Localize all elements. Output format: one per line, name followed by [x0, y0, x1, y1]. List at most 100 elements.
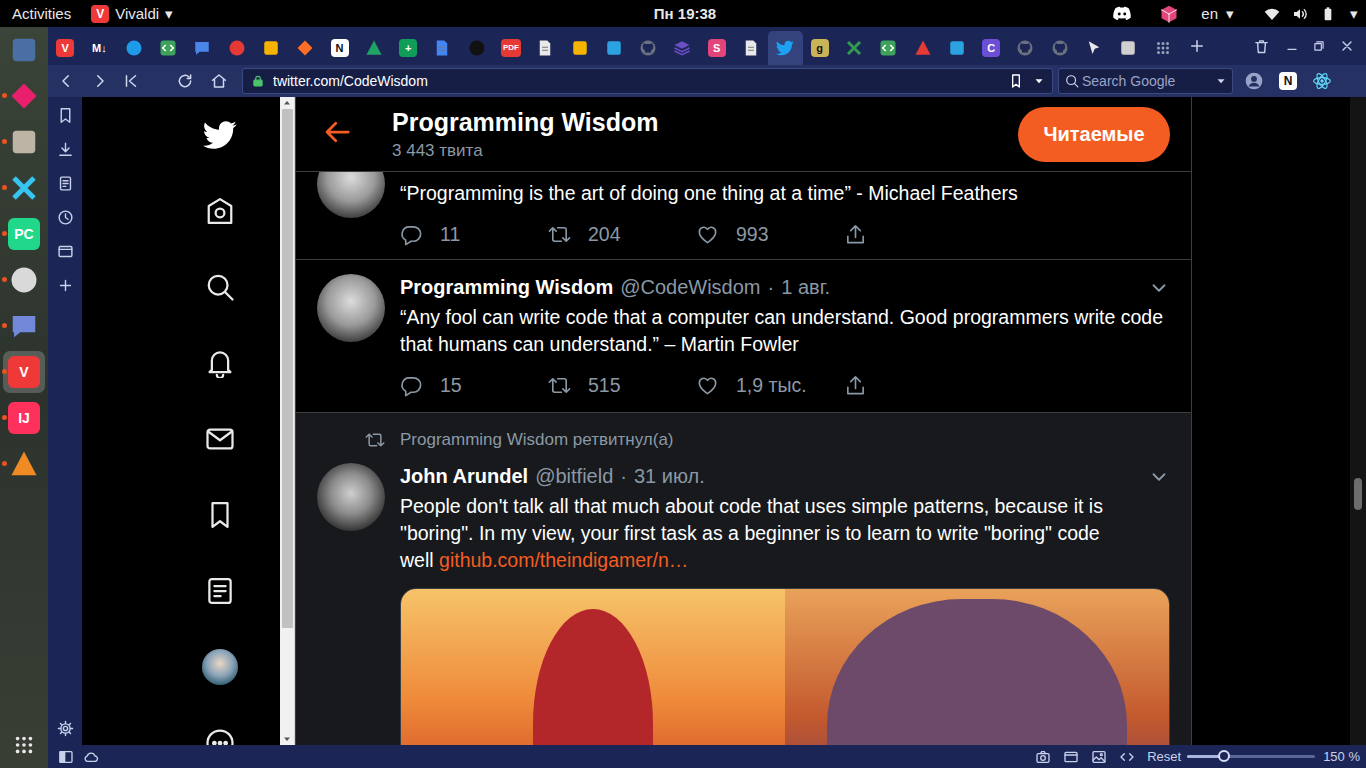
zoom-slider[interactable] — [1187, 750, 1315, 764]
address-field[interactable]: twitter.com/CodeWisdom — [242, 68, 1053, 94]
tweet[interactable]: Programming Wisdom@CodeWisdom·1 авг.“Any… — [296, 260, 1191, 413]
lists-link[interactable] — [200, 553, 240, 629]
tweet[interactable]: Programming Wisdom ретвитнул(а) John Arun… — [296, 413, 1191, 745]
following-button[interactable]: Читаемые — [1018, 107, 1170, 162]
twitter-logo-link[interactable] — [200, 97, 240, 173]
browser-tab[interactable] — [357, 31, 391, 65]
like-button[interactable]: 1,9 тыс. — [696, 374, 844, 397]
activities-button[interactable]: Activities — [12, 5, 71, 22]
url-text[interactable]: twitter.com/CodeWisdom — [273, 73, 428, 89]
close-button[interactable] — [1332, 27, 1362, 65]
home-link[interactable] — [200, 173, 240, 249]
browser-tab[interactable] — [425, 31, 459, 65]
scroll-thumb[interactable] — [1354, 478, 1362, 510]
browser-tab[interactable]: + — [391, 31, 425, 65]
profile-link[interactable] — [200, 629, 240, 705]
dock-item[interactable]: V — [0, 349, 48, 395]
tweet-image[interactable] — [400, 588, 1170, 745]
sync-button[interactable] — [77, 745, 105, 768]
app-indicator-icon[interactable] — [1159, 4, 1179, 24]
dock-item[interactable]: PC — [0, 211, 48, 257]
scroll-down-icon[interactable] — [281, 733, 293, 745]
browser-tab[interactable] — [1043, 31, 1077, 65]
browser-tab[interactable]: M↓ — [82, 31, 116, 65]
bookmarks-link[interactable] — [200, 477, 240, 553]
back-button[interactable] — [48, 65, 84, 97]
tweet[interactable]: “Programming is the art of doing one thi… — [296, 172, 1191, 260]
home-button[interactable] — [204, 65, 234, 97]
forward-button[interactable] — [84, 65, 116, 97]
profile-button[interactable] — [1237, 65, 1271, 97]
capture-button[interactable] — [1029, 745, 1057, 768]
reply-button[interactable]: 15 — [400, 374, 548, 397]
browser-tab[interactable] — [1146, 31, 1180, 65]
browser-tab[interactable] — [905, 31, 939, 65]
author-name[interactable]: John Arundel — [400, 465, 528, 488]
dock-item[interactable] — [0, 73, 48, 119]
back-button[interactable] — [322, 117, 352, 151]
reload-button[interactable] — [170, 65, 200, 97]
scroll-thumb[interactable] — [282, 109, 293, 628]
author-avatar[interactable] — [317, 463, 385, 531]
browser-tab[interactable]: S — [700, 31, 734, 65]
retweet-button[interactable]: 515 — [548, 374, 696, 397]
bookmark-icon[interactable] — [1008, 73, 1024, 89]
browser-tab[interactable] — [117, 31, 151, 65]
dock-item[interactable] — [0, 303, 48, 349]
dock-item[interactable] — [0, 119, 48, 165]
dock-item[interactable] — [0, 441, 48, 487]
messages-link[interactable] — [200, 401, 240, 477]
browser-tab[interactable] — [734, 31, 768, 65]
wifi-icon[interactable] — [1264, 6, 1280, 22]
retweeted-by[interactable]: Programming Wisdom ретвитнул(а) — [400, 430, 674, 450]
maximize-button[interactable] — [1306, 27, 1332, 65]
profile-avatar[interactable] — [202, 649, 238, 685]
notes-button[interactable] — [48, 166, 82, 200]
dropdown-icon[interactable] — [1214, 74, 1228, 88]
like-button[interactable]: 993 — [696, 223, 844, 246]
tweet-date[interactable]: 31 июл. — [634, 465, 705, 488]
notifications-link[interactable] — [200, 325, 240, 401]
explore-link[interactable] — [200, 249, 240, 325]
browser-tab[interactable] — [940, 31, 974, 65]
show-apps-button[interactable] — [0, 722, 48, 768]
browser-tab[interactable] — [288, 31, 322, 65]
tiling-button[interactable] — [1057, 745, 1085, 768]
browser-tab[interactable] — [597, 31, 631, 65]
browser-tab[interactable] — [185, 31, 219, 65]
search-input[interactable] — [1082, 73, 1211, 89]
dock-item[interactable] — [0, 27, 48, 73]
discord-icon[interactable] — [1111, 3, 1133, 25]
dropdown-icon[interactable] — [1032, 74, 1046, 88]
volume-icon[interactable] — [1292, 6, 1308, 22]
browser-tab[interactable] — [254, 31, 288, 65]
history-button[interactable] — [48, 200, 82, 234]
browser-tab[interactable] — [837, 31, 871, 65]
zoom-reset-button[interactable]: Reset — [1147, 749, 1181, 764]
nav-scrollbar[interactable] — [280, 97, 295, 745]
system-menu-arrow[interactable]: ▾ — [1350, 5, 1358, 23]
browser-tab[interactable] — [1077, 31, 1111, 65]
add-panel-button[interactable] — [48, 268, 82, 302]
window-panel-button[interactable] — [48, 234, 82, 268]
new-tab-button[interactable] — [1180, 27, 1214, 65]
app-menu[interactable]: VVivaldi▾ — [91, 5, 173, 23]
battery-icon[interactable] — [1320, 6, 1336, 22]
panel-toggle-button[interactable] — [58, 745, 74, 768]
tweet-date[interactable]: 1 авг. — [781, 276, 830, 299]
browser-tab[interactable]: V — [48, 31, 82, 65]
browser-tab[interactable]: C — [974, 31, 1008, 65]
browser-tab[interactable] — [1008, 31, 1042, 65]
clock[interactable]: Пн 19:38 — [654, 5, 716, 22]
search-field[interactable] — [1058, 68, 1233, 94]
browser-tab[interactable]: PDF — [494, 31, 528, 65]
dock-item[interactable] — [0, 165, 48, 211]
browser-tab[interactable] — [562, 31, 596, 65]
page-actions-button[interactable] — [1113, 745, 1141, 768]
author-avatar[interactable] — [317, 274, 385, 342]
bookmarks-button[interactable] — [48, 98, 82, 132]
browser-tab[interactable] — [1111, 31, 1145, 65]
page-scrollbar[interactable] — [1350, 97, 1366, 745]
browser-tab[interactable] — [871, 31, 905, 65]
closed-tabs-button[interactable] — [1244, 27, 1278, 65]
